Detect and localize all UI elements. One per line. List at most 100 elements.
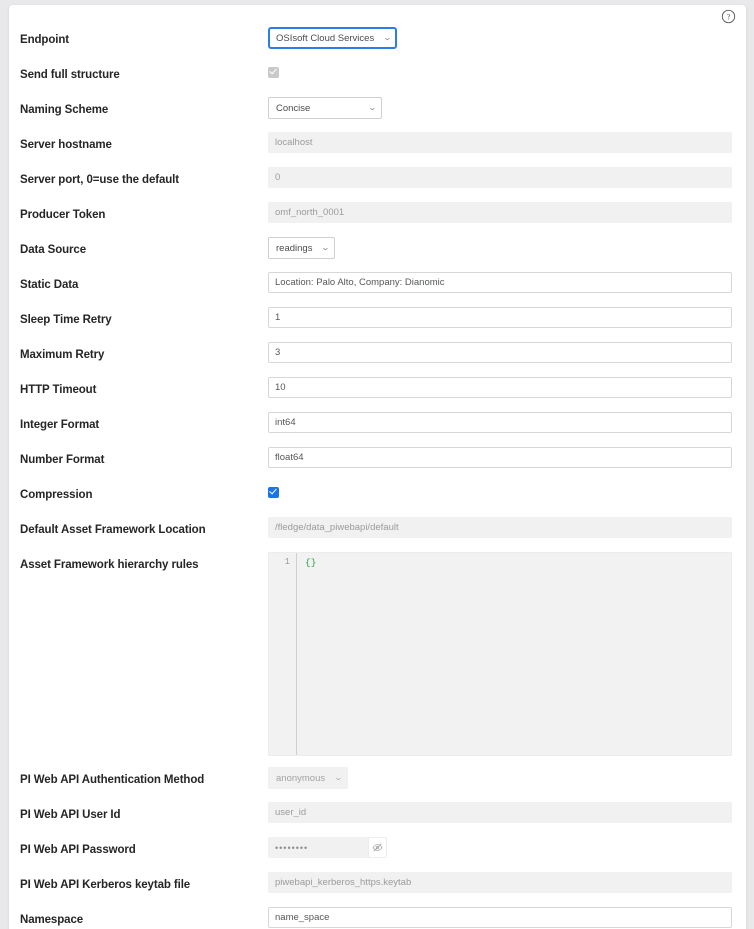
form-row-static_data: Static Data xyxy=(9,272,746,296)
label-server_port: Server port, 0=use the default xyxy=(20,167,268,191)
label-default_af_location: Default Asset Framework Location xyxy=(20,517,268,541)
input-namespace[interactable] xyxy=(268,907,732,928)
eye-slash-icon[interactable] xyxy=(368,837,387,858)
form-row-naming_scheme: Naming Scheme Concise ⌄ xyxy=(9,97,746,121)
form-row-endpoint: Endpoint OSIsoft Cloud Services ⌄ xyxy=(9,27,746,51)
field-integer_format xyxy=(268,412,735,433)
label-http_timeout: HTTP Timeout xyxy=(20,377,268,401)
field-static_data xyxy=(268,272,735,293)
input-piwebapi_keytab xyxy=(268,872,732,893)
input-default_af_location xyxy=(268,517,732,538)
field-piwebapi_auth_method: anonymous ⌄ xyxy=(268,767,735,789)
code-editor-af_hierarchy_rules[interactable]: 1{} xyxy=(268,552,732,756)
select-value-data_source: readings xyxy=(276,243,312,254)
form-row-piwebapi_keytab: PI Web API Kerberos keytab file xyxy=(9,872,746,896)
field-http_timeout xyxy=(268,377,735,398)
label-maximum_retry: Maximum Retry xyxy=(20,342,268,366)
check-icon xyxy=(269,487,277,495)
checkbox-compression[interactable] xyxy=(268,487,279,498)
field-sleep_time_retry xyxy=(268,307,735,328)
input-server_port xyxy=(268,167,732,188)
form-row-sleep_time_retry: Sleep Time Retry xyxy=(9,307,746,331)
chevron-down-icon: ⌄ xyxy=(334,774,343,782)
help-circle-icon[interactable]: ? xyxy=(721,9,736,24)
field-server_hostname xyxy=(268,132,735,153)
password-group-piwebapi_password xyxy=(268,837,387,858)
form-row-af_hierarchy_rules: Asset Framework hierarchy rules1{} xyxy=(9,552,746,756)
settings-form: Endpoint OSIsoft Cloud Services ⌄ Send full… xyxy=(9,27,746,929)
form-row-default_af_location: Default Asset Framework Location xyxy=(9,517,746,541)
checkbox-send_full_structure xyxy=(268,67,279,78)
field-maximum_retry xyxy=(268,342,735,363)
label-send_full_structure: Send full structure xyxy=(20,62,268,86)
form-row-data_source: Data Source readings ⌄ xyxy=(9,237,746,261)
input-number_format[interactable] xyxy=(268,447,732,468)
input-piwebapi_user_id xyxy=(268,802,732,823)
label-integer_format: Integer Format xyxy=(20,412,268,436)
label-endpoint: Endpoint xyxy=(20,27,268,51)
select-value-naming_scheme: Concise xyxy=(276,103,310,114)
form-row-maximum_retry: Maximum Retry xyxy=(9,342,746,366)
field-piwebapi_keytab xyxy=(268,872,735,893)
form-row-send_full_structure: Send full structure xyxy=(9,62,746,86)
card-header: ? xyxy=(9,5,746,27)
select-data_source[interactable]: readings ⌄ xyxy=(268,237,335,259)
input-piwebapi_password xyxy=(268,837,368,858)
label-server_hostname: Server hostname xyxy=(20,132,268,156)
select-naming_scheme[interactable]: Concise ⌄ xyxy=(268,97,382,119)
field-af_hierarchy_rules: 1{} xyxy=(268,552,735,756)
editor-line-numbers: 1 xyxy=(269,553,297,755)
form-row-piwebapi_password: PI Web API Password xyxy=(9,837,746,861)
form-row-producer_token: Producer Token xyxy=(9,202,746,226)
label-producer_token: Producer Token xyxy=(20,202,268,226)
input-producer_token xyxy=(268,202,732,223)
form-row-server_port: Server port, 0=use the default xyxy=(9,167,746,191)
field-endpoint: OSIsoft Cloud Services ⌄ xyxy=(268,27,735,49)
label-naming_scheme: Naming Scheme xyxy=(20,97,268,121)
field-compression xyxy=(268,482,735,503)
chevron-down-icon: ⌄ xyxy=(368,104,377,112)
svg-text:?: ? xyxy=(727,13,731,22)
select-value-piwebapi_auth_method: anonymous xyxy=(276,773,325,784)
form-row-compression: Compression xyxy=(9,482,746,506)
form-row-namespace: Namespace xyxy=(9,907,746,929)
input-http_timeout[interactable] xyxy=(268,377,732,398)
input-integer_format[interactable] xyxy=(268,412,732,433)
form-row-piwebapi_auth_method: PI Web API Authentication Methodanonymou… xyxy=(9,767,746,791)
label-piwebapi_auth_method: PI Web API Authentication Method xyxy=(20,767,268,791)
label-sleep_time_retry: Sleep Time Retry xyxy=(20,307,268,331)
label-static_data: Static Data xyxy=(20,272,268,296)
editor-content[interactable]: {} xyxy=(297,553,731,755)
select-endpoint[interactable]: OSIsoft Cloud Services ⌄ xyxy=(268,27,397,49)
field-namespace xyxy=(268,907,735,928)
field-data_source: readings ⌄ xyxy=(268,237,735,259)
form-row-integer_format: Integer Format xyxy=(9,412,746,436)
label-af_hierarchy_rules: Asset Framework hierarchy rules xyxy=(20,552,268,576)
label-piwebapi_keytab: PI Web API Kerberos keytab file xyxy=(20,872,268,896)
label-compression: Compression xyxy=(20,482,268,506)
input-static_data[interactable] xyxy=(268,272,732,293)
check-icon xyxy=(269,67,277,75)
field-default_af_location xyxy=(268,517,735,538)
input-maximum_retry[interactable] xyxy=(268,342,732,363)
select-value-endpoint: OSIsoft Cloud Services xyxy=(276,33,374,44)
label-piwebapi_password: PI Web API Password xyxy=(20,837,268,861)
label-data_source: Data Source xyxy=(20,237,268,261)
field-server_port xyxy=(268,167,735,188)
field-number_format xyxy=(268,447,735,468)
input-sleep_time_retry[interactable] xyxy=(268,307,732,328)
form-row-server_hostname: Server hostname xyxy=(9,132,746,156)
label-number_format: Number Format xyxy=(20,447,268,471)
input-server_hostname xyxy=(268,132,732,153)
chevron-down-icon: ⌄ xyxy=(321,244,330,252)
select-piwebapi_auth_method: anonymous ⌄ xyxy=(268,767,348,789)
form-row-http_timeout: HTTP Timeout xyxy=(9,377,746,401)
label-namespace: Namespace xyxy=(20,907,268,929)
field-send_full_structure xyxy=(268,62,735,83)
field-piwebapi_user_id xyxy=(268,802,735,823)
form-row-piwebapi_user_id: PI Web API User Id xyxy=(9,802,746,826)
field-piwebapi_password xyxy=(268,837,735,858)
page-root: ? Endpoint OSIsoft Cloud Services ⌄ Send fu… xyxy=(0,0,754,929)
chevron-down-icon: ⌄ xyxy=(383,34,392,42)
field-naming_scheme: Concise ⌄ xyxy=(268,97,735,119)
